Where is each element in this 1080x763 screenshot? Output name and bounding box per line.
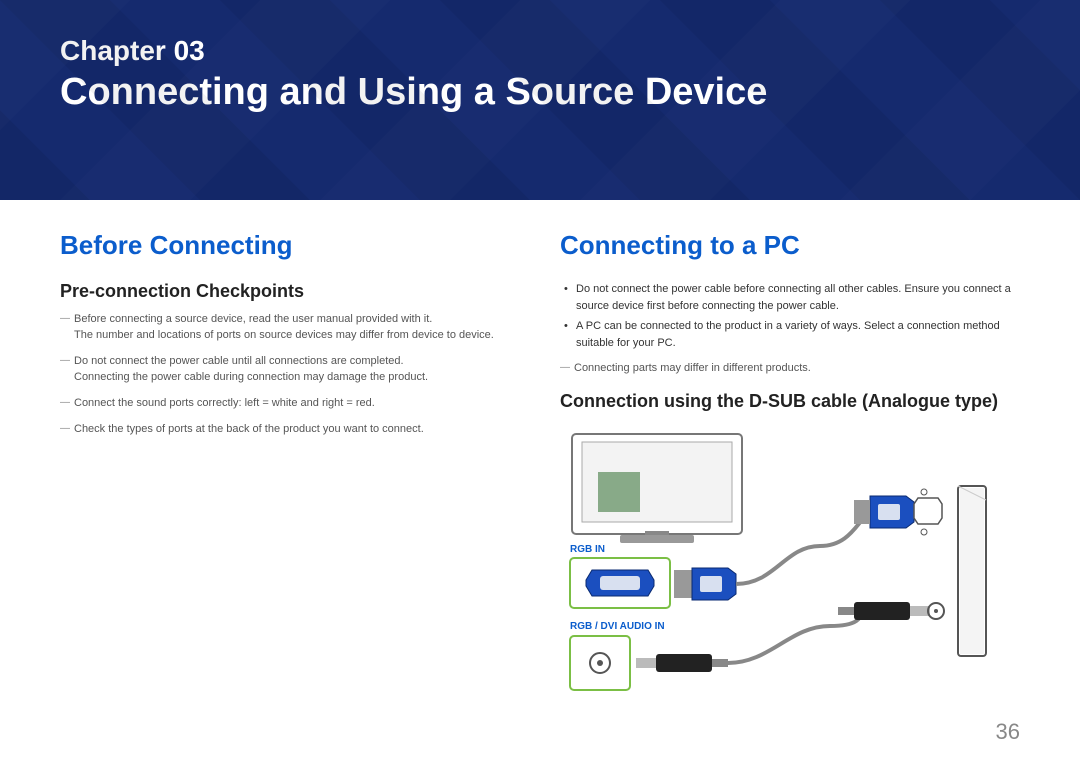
dsub-connection-heading: Connection using the D-SUB cable (Analog… (560, 391, 1020, 412)
bullet-text: Do not connect the power cable before co… (576, 283, 901, 295)
pc-bullet: A PC can be connected to the product in … (560, 318, 1020, 351)
page-number: 36 (996, 719, 1020, 745)
chapter-header: Chapter 03 Connecting and Using a Source… (0, 0, 1080, 200)
pc-bullets: Do not connect the power cable before co… (560, 281, 1020, 351)
left-column: Before Connecting Pre-connection Checkpo… (60, 230, 520, 706)
checkpoint-item: Before connecting a source device, read … (60, 312, 520, 344)
checkpoint-text: Connect the sound ports correctly: left … (74, 397, 375, 409)
checkpoint-note: Connecting the power cable during connec… (74, 370, 520, 386)
connection-diagram: RGB IN RGB / DVI AUDIO IN (560, 426, 990, 706)
content-columns: Before Connecting Pre-connection Checkpo… (0, 200, 1080, 706)
dash-text: Connecting parts may differ in different… (574, 362, 811, 374)
dash-note: Connecting parts may differ in different… (560, 361, 1020, 377)
pc-dash-notes: Connecting parts may differ in different… (560, 361, 1020, 377)
checkpoint-text: Check the types of ports at the back of … (74, 423, 424, 435)
chapter-title: Connecting and Using a Source Device (60, 71, 1020, 114)
checkpoint-item: Check the types of ports at the back of … (60, 422, 520, 438)
rgb-audio-label: RGB / DVI AUDIO IN (570, 621, 665, 632)
before-connecting-heading: Before Connecting (60, 230, 520, 261)
rgb-in-label: RGB IN (570, 544, 605, 555)
chapter-label: Chapter 03 (60, 35, 1020, 67)
checkpoints-list: Before connecting a source device, read … (60, 312, 520, 438)
pre-connection-checkpoints: Pre-connection Checkpoints (60, 281, 520, 302)
connecting-to-pc-heading: Connecting to a PC (560, 230, 1020, 261)
checkpoint-text: Before connecting a source device, read … (74, 313, 432, 325)
checkpoint-text: Do not connect the power cable until all… (74, 355, 404, 367)
checkpoint-item: Do not connect the power cable until all… (60, 354, 520, 386)
pc-bullet: Do not connect the power cable before co… (560, 281, 1020, 314)
bullet-text: A PC can be connected to the product in … (576, 320, 861, 332)
checkpoint-item: Connect the sound ports correctly: left … (60, 396, 520, 412)
diagram-svg (560, 426, 990, 706)
right-column: Connecting to a PC Do not connect the po… (560, 230, 1020, 706)
checkpoint-note: The number and locations of ports on sou… (74, 328, 520, 344)
